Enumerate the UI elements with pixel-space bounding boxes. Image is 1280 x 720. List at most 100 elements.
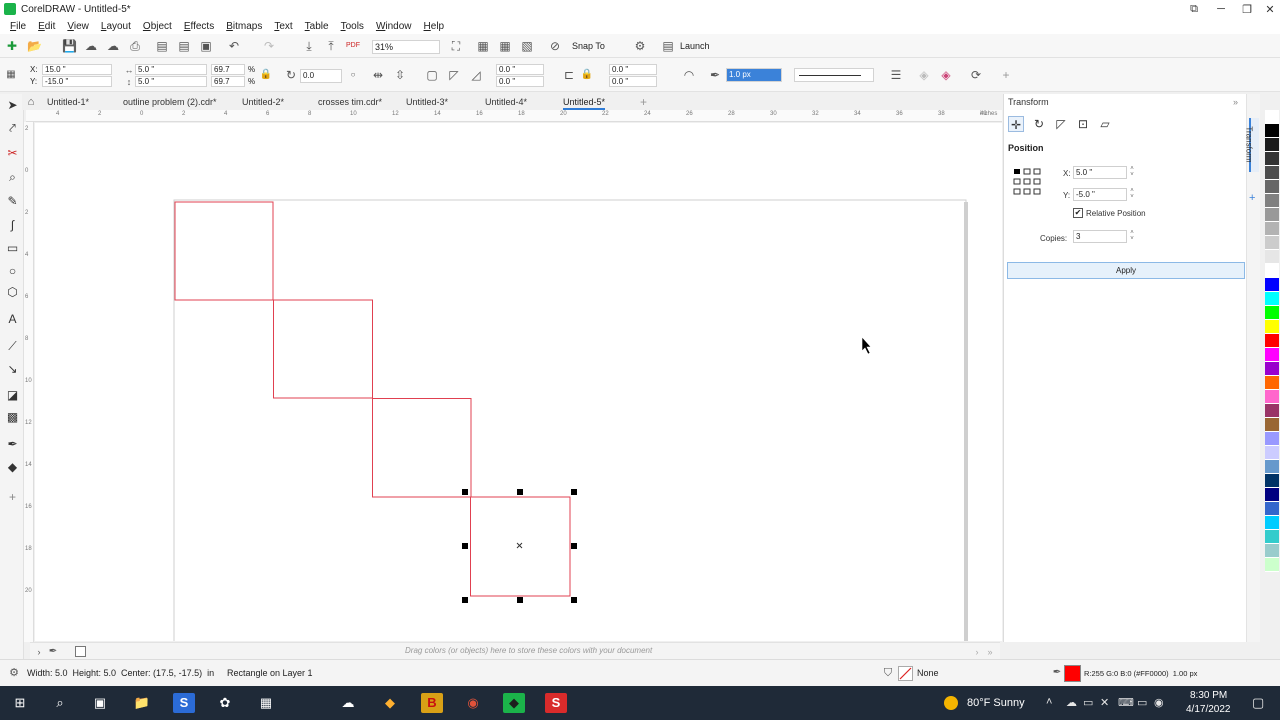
polygon-tool-icon[interactable]: ⬡ (5, 285, 20, 300)
application-launcher-icon[interactable]: ▤ (661, 39, 675, 53)
save-icon[interactable]: 💾 (62, 39, 77, 53)
palette-swatch[interactable] (1265, 222, 1279, 236)
position-y-spinner[interactable]: ˄ ˅ (1127, 188, 1137, 201)
cloud-upload-icon[interactable]: ☁ (106, 39, 120, 53)
corner-link-icon[interactable]: ⊏ (562, 68, 576, 82)
minimize-button[interactable]: ─ (1208, 0, 1234, 18)
object-width-field[interactable]: 5.0 " (135, 64, 207, 75)
size-transform-icon[interactable]: ⊡ (1075, 116, 1091, 132)
options-gear-icon[interactable]: ⚙ (633, 39, 647, 53)
horizontal-ruler[interactable]: 4 2 0 2 4 6 8 10 12 14 16 18 20 22 24 26 28 30 32 34 36 38 40 i… (26, 110, 1002, 122)
palette-swatch[interactable] (1265, 474, 1279, 488)
tab-untitled-3[interactable]: Untitled-3* (406, 94, 448, 110)
skype-app-icon[interactable]: S (173, 693, 195, 713)
menu-object[interactable]: Object (137, 21, 178, 32)
battery-tray-icon[interactable]: ▭ (1137, 696, 1147, 709)
menu-bitmaps[interactable]: Bitmaps (220, 21, 268, 32)
import-icon[interactable]: ⤓ (302, 39, 316, 53)
palette-swatch[interactable] (1265, 250, 1279, 264)
menu-help[interactable]: Help (418, 21, 451, 32)
menu-text[interactable]: Text (268, 21, 298, 32)
ellipse-tool-icon[interactable]: ○ (5, 264, 20, 279)
round-corner-icon[interactable]: ▢ (425, 68, 439, 82)
full-screen-icon[interactable]: ⛶ (449, 39, 463, 53)
tab-untitled-1[interactable]: Untitled-1* (47, 94, 89, 110)
camera-tray-icon[interactable]: ◉ (1154, 696, 1164, 709)
connector-tool-icon[interactable]: ↘ (5, 362, 20, 377)
text-tool-icon[interactable]: A (5, 312, 20, 327)
scalloped-corner-icon[interactable]: ◸ (447, 68, 461, 82)
eyedropper-tool-icon[interactable]: ✒ (5, 437, 20, 452)
palette-swatch[interactable] (1265, 558, 1279, 572)
keyboard-tray-icon[interactable]: ⌨ (1118, 696, 1134, 709)
onedrive-tray-icon[interactable]: ☁ (1066, 696, 1077, 709)
task-view-icon[interactable]: ▣ (89, 693, 111, 713)
add-tab-button[interactable]: + (640, 94, 647, 110)
drop-app-icon[interactable]: ◆ (379, 693, 401, 713)
zoom-tool-icon[interactable]: ⌕ (5, 170, 20, 185)
palette-swatch[interactable] (1265, 390, 1279, 404)
artistic-media-tool-icon[interactable]: ∫ (5, 218, 20, 233)
chamfered-corner-icon[interactable]: ◿ (469, 68, 483, 82)
volume-muted-icon[interactable]: ✕ (1100, 696, 1109, 709)
no-color-swatch[interactable] (75, 646, 86, 657)
transform-side-tab[interactable]: Transform (1245, 118, 1259, 172)
drop-shadow-tool-icon[interactable]: ◪ (5, 388, 20, 403)
add-property-icon[interactable]: + (999, 68, 1013, 82)
apply-button[interactable]: Apply (1007, 262, 1245, 279)
palette-swatch[interactable] (1265, 180, 1279, 194)
to-front-icon[interactable]: ◈ (917, 68, 931, 82)
convert-to-curves-icon[interactable]: ⟳ (969, 68, 983, 82)
fill-none-swatch[interactable] (898, 666, 913, 681)
object-height-field[interactable]: 5.0 " (135, 76, 207, 87)
position-y-field[interactable]: -5.0 " (1073, 188, 1127, 201)
cloud-save-icon[interactable]: ☁ (84, 39, 98, 53)
outline-color-swatch[interactable] (1064, 665, 1081, 682)
palette-swatch[interactable] (1265, 236, 1279, 250)
b-app-icon[interactable]: B (421, 693, 443, 713)
palette-swatch[interactable] (1265, 138, 1279, 152)
notifications-icon[interactable]: ▢ (1252, 695, 1264, 711)
corner-radius-bottom-left[interactable]: 0.0 " (496, 76, 544, 87)
corner-lock-icon[interactable]: 🔒 (580, 68, 594, 82)
show-hidden-icons-icon[interactable]: ˄ (1046, 696, 1052, 708)
freehand-tool-icon[interactable]: ✎ (5, 194, 20, 209)
palette-swatch[interactable] (1265, 166, 1279, 180)
palette-swatch[interactable] (1265, 418, 1279, 432)
tray-eyedropper-icon[interactable]: ✒ (46, 645, 60, 659)
lock-ratio-icon[interactable]: 🔒 (259, 68, 273, 82)
object-y-field[interactable]: -15.0 " (42, 76, 112, 87)
mirror-vertical-icon[interactable]: ⇳ (393, 68, 407, 82)
parallel-dimension-tool-icon[interactable]: ⟋ (5, 339, 20, 354)
undo-icon[interactable]: ↶ (227, 39, 241, 53)
palette-swatch[interactable] (1265, 278, 1279, 292)
menu-layout[interactable]: Layout (95, 21, 137, 32)
palette-swatch[interactable] (1265, 110, 1279, 124)
clock-time[interactable]: 8:30 PM (1190, 690, 1227, 701)
menu-table[interactable]: Table (299, 21, 335, 32)
settings-app-icon[interactable]: ✿ (214, 693, 236, 713)
show-guidelines-icon[interactable]: ▧ (520, 39, 534, 53)
menu-effects[interactable]: Effects (178, 21, 220, 32)
mirror-horizontal-icon[interactable]: ⇹ (371, 68, 385, 82)
open-icon[interactable]: 📂 (27, 39, 42, 53)
weather-text[interactable]: 80°F Sunny (967, 697, 1025, 709)
cloud-app-icon[interactable]: ☁ (337, 693, 359, 713)
relative-corner-scaling-icon[interactable]: ◠ (682, 68, 696, 82)
rectangle-tool-icon[interactable]: ▭ (5, 241, 20, 256)
tray-scroll-end-icon[interactable]: » (983, 645, 997, 659)
palette-swatch[interactable] (1265, 376, 1279, 390)
palette-swatch[interactable] (1265, 292, 1279, 306)
tab-untitled-5[interactable]: Untitled-5* (563, 94, 606, 110)
menu-tools[interactable]: Tools (335, 21, 370, 32)
menu-file[interactable]: File (4, 21, 32, 32)
show-rulers-icon[interactable]: ▦ (476, 39, 490, 53)
palette-swatch[interactable] (1265, 404, 1279, 418)
add-docker-icon[interactable]: + (1249, 192, 1255, 204)
palette-swatch[interactable] (1265, 432, 1279, 446)
clock-date[interactable]: 4/17/2022 (1186, 704, 1231, 715)
coreldraw-taskbar-icon[interactable]: ◆ (503, 693, 525, 713)
tab-untitled-2[interactable]: Untitled-2* (242, 94, 284, 110)
copy-icon[interactable]: ▤ (177, 39, 191, 53)
network-tray-icon[interactable]: ▭ (1083, 696, 1093, 709)
